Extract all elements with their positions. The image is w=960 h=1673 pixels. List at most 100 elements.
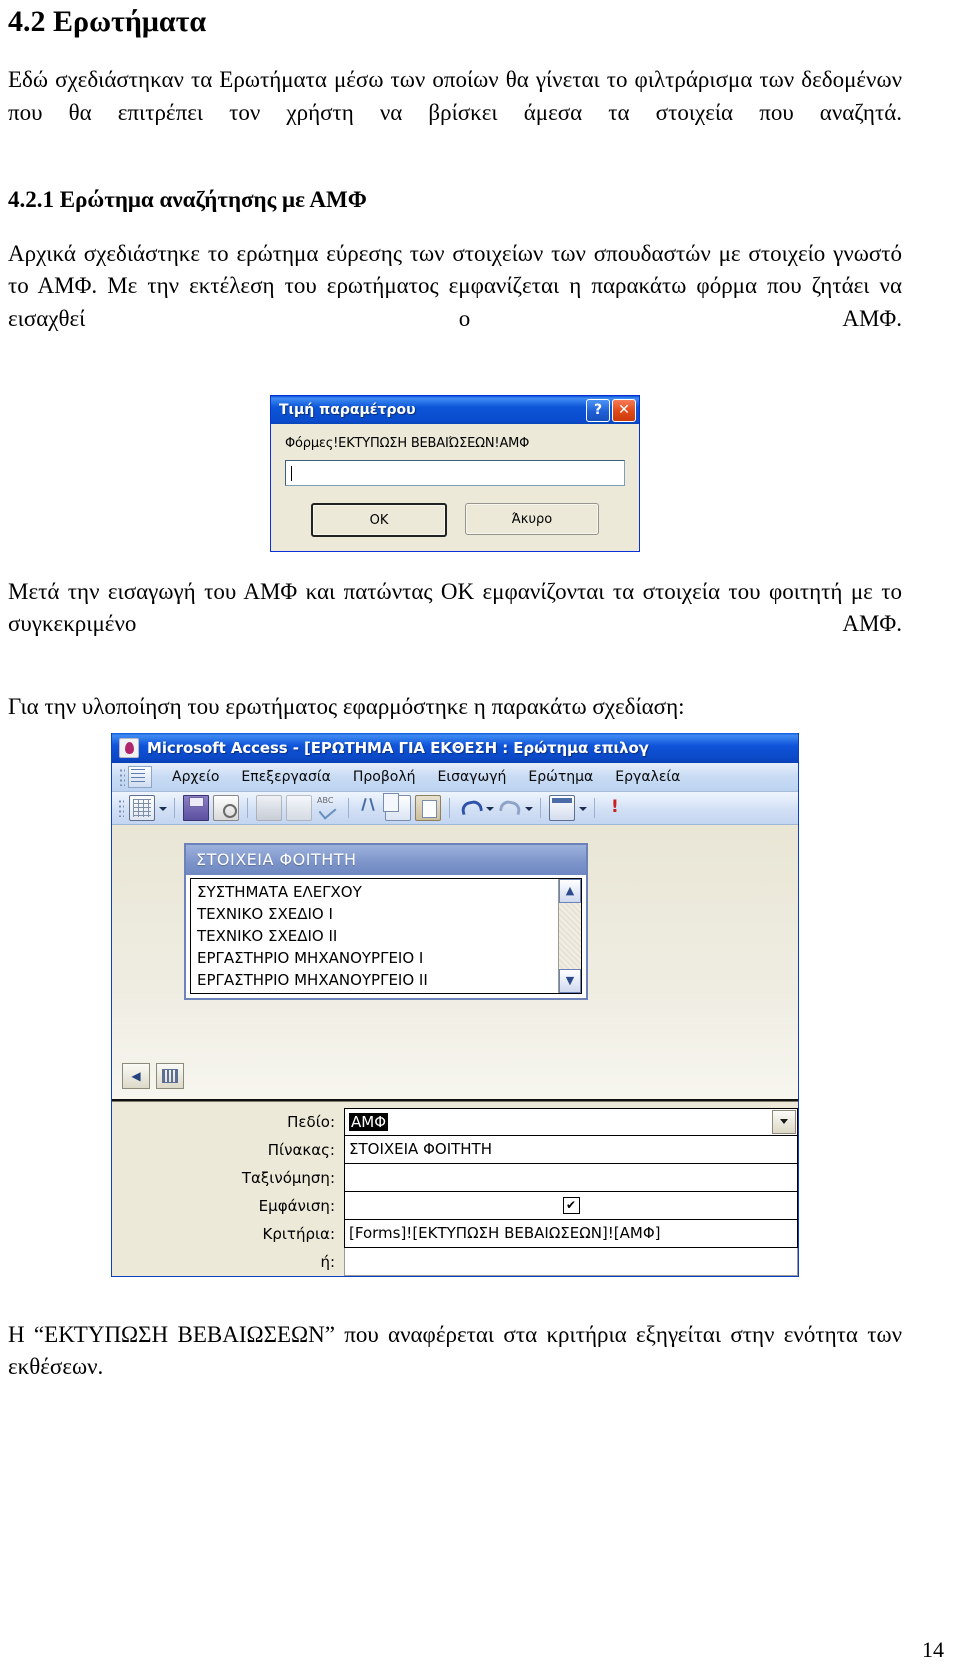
- menu-item-query[interactable]: Ερώτημα: [517, 769, 604, 785]
- cancel-button[interactable]: Άκυρο: [465, 503, 599, 535]
- parameter-prompt-label: Φόρμες!ΕΚΤΥΠΩΣΗ ΒΕΒΑΙΏΣΕΩΝ!ΑΜΦ: [285, 436, 530, 451]
- search-file-icon[interactable]: [213, 794, 239, 821]
- access-window: Microsoft Access - [ΕΡΩΤΗΜΑ ΓΙΑ ΕΚΘΕΣΗ :…: [111, 732, 799, 1277]
- copy-icon[interactable]: [383, 792, 411, 821]
- paste-icon[interactable]: [415, 794, 441, 821]
- parameter-dialog-figure: Τιμή παραμέτρου ? ✕ Φόρμες!ΕΚΤΥΠΩΣΗ ΒΕΒΑ…: [8, 395, 902, 552]
- menu-item-edit[interactable]: Επεξεργασία: [230, 769, 341, 785]
- show-checkbox[interactable]: ✔: [562, 1196, 580, 1214]
- save-icon[interactable]: [183, 794, 209, 821]
- grid-icon[interactable]: [156, 1062, 184, 1089]
- grid-label-field: Πεδίο:: [287, 1112, 335, 1131]
- grid-label-show: Εμφάνιση:: [258, 1196, 335, 1215]
- parameter-value-dialog: Τιμή παραμέτρου ? ✕ Φόρμες!ΕΚΤΥΠΩΣΗ ΒΕΒΑ…: [270, 395, 640, 552]
- page-content: 4.2 Ερωτήματα Εδώ σχεδιάστηκαν τα Ερωτήμ…: [8, 5, 902, 1419]
- text-caret: [291, 465, 292, 481]
- grid-cell-criteria-value: [Forms]![ΕΚΤΥΠΩΣΗ ΒΕΒΑΙΩΣΕΩΝ]![ΑΜΦ]: [349, 1224, 661, 1243]
- section-subheading: 4.2.1 Ερώτημα αναζήτησης με ΑΜΦ: [8, 186, 367, 212]
- page-number: 14: [922, 1637, 944, 1662]
- toolbar-separator: [540, 797, 541, 818]
- dialog-button-row: OK Άκυρο: [285, 503, 625, 537]
- spelling-icon[interactable]: [316, 796, 340, 820]
- toolbar-separator: [348, 797, 349, 818]
- help-icon[interactable]: ?: [586, 398, 610, 422]
- grid-row-table: Πίνακας: ΣΤΟΙΧΕΙΑ ΦΟΙΤΗΤΗ: [112, 1135, 798, 1164]
- database-window-icon[interactable]: [128, 765, 152, 788]
- paragraph-4: Για την υλοποίηση του ερωτήματος εφαρμόσ…: [8, 693, 685, 719]
- show-table-icon[interactable]: [549, 794, 575, 821]
- menu-item-file[interactable]: Αρχείο: [161, 769, 230, 785]
- chevron-down-icon[interactable]: [772, 1109, 796, 1134]
- table-field-items[interactable]: ΣΥΣΤΗΜΑΤΑ ΕΛΕΓΧΟΥ ΤΕΧΝΙΚΟ ΣΧΕΔΙΟ Ι ΤΕΧΝΙ…: [191, 879, 558, 993]
- grid-row-criteria: Κριτήρια: [Forms]![ΕΚΤΥΠΩΣΗ ΒΕΒΑΙΩΣΕΩΝ]!…: [112, 1219, 798, 1248]
- run-query-icon[interactable]: [603, 796, 627, 820]
- undo-icon[interactable]: [458, 796, 482, 820]
- query-design-canvas: ΣΤΟΙΧΕΙΑ ΦΟΙΤΗΤΗ ΣΥΣΤΗΜΑΤΑ ΕΛΕΓΧΟΥ ΤΕΧΝΙ…: [112, 824, 798, 1101]
- grid-row-sort: Ταξινόμηση:: [112, 1163, 798, 1192]
- toolbar-separator: [247, 797, 248, 818]
- paragraph-3: Μετά την εισαγωγή του ΑΜΦ και πατώντας Ο…: [8, 579, 902, 637]
- scrollbar-track[interactable]: [559, 902, 581, 969]
- parameter-input[interactable]: [285, 460, 625, 486]
- access-toolbar: [112, 791, 798, 825]
- scroll-down-icon[interactable]: ▼: [559, 968, 581, 993]
- close-icon[interactable]: ✕: [612, 398, 636, 422]
- grid-cell-field-value: ΑΜΦ: [349, 1112, 389, 1131]
- grid-label-criteria: Κριτήρια:: [262, 1224, 335, 1243]
- access-menubar: Αρχείο Επεξεργασία Προβολή Εισαγωγή Ερώτ…: [112, 762, 798, 792]
- back-arrow-icon[interactable]: ◀: [122, 1062, 150, 1089]
- scroll-up-icon[interactable]: ▲: [559, 878, 581, 903]
- cut-icon[interactable]: [357, 796, 381, 820]
- dialog-body: Φόρμες!ΕΚΤΥΠΩΣΗ ΒΕΒΑΙΏΣΕΩΝ!ΑΜΦ OK Άκυρο: [271, 424, 639, 551]
- access-app-icon: [119, 737, 139, 758]
- grid-cell-table[interactable]: ΣΤΟΙΧΕΙΑ ΦΟΙΤΗΤΗ: [344, 1135, 798, 1164]
- view-datasheet-icon[interactable]: [129, 794, 155, 821]
- canvas-tool-buttons: ◀: [122, 1062, 184, 1089]
- list-item[interactable]: ΕΡΓΑΣΤΗΡΙΟ ΜΗΧΑΝΟΥΡΓΕΙΟ Ι: [197, 947, 558, 969]
- intro-paragraph: Εδώ σχεδιάστηκαν τα Ερωτήματα μέσω των ο…: [8, 67, 902, 125]
- table-field-list: ΣΤΟΙΧΕΙΑ ΦΟΙΤΗΤΗ ΣΥΣΤΗΜΑΤΑ ΕΛΕΓΧΟΥ ΤΕΧΝΙ…: [184, 842, 588, 1000]
- dialog-titlebar: Τιμή παραμέτρου ? ✕: [271, 396, 639, 424]
- grid-cell-field[interactable]: ΑΜΦ: [344, 1107, 798, 1136]
- grid-row-field: Πεδίο: ΑΜΦ: [112, 1107, 798, 1136]
- ok-button[interactable]: OK: [311, 503, 447, 537]
- grid-label-table: Πίνακας:: [267, 1140, 335, 1159]
- grid-cell-criteria[interactable]: [Forms]![ΕΚΤΥΠΩΣΗ ΒΕΒΑΙΩΣΕΩΝ]![ΑΜΦ]: [344, 1219, 798, 1248]
- table-field-list-body: ΣΥΣΤΗΜΑΤΑ ΕΛΕΓΧΟΥ ΤΕΧΝΙΚΟ ΣΧΕΔΙΟ Ι ΤΕΧΝΙ…: [190, 877, 582, 994]
- access-window-title: Microsoft Access - [ΕΡΩΤΗΜΑ ΓΙΑ ΕΚΘΕΣΗ :…: [147, 738, 649, 757]
- undo-dropdown-icon[interactable]: [484, 797, 495, 819]
- grid-row-or: ή:: [112, 1247, 798, 1276]
- grid-cell-show[interactable]: ✔: [344, 1191, 798, 1220]
- print-preview-icon[interactable]: [286, 794, 312, 821]
- list-item[interactable]: ΤΕΧΝΙΚΟ ΣΧΕΔΙΟ Ι: [197, 903, 558, 925]
- access-titlebar: Microsoft Access - [ΕΡΩΤΗΜΑ ΓΙΑ ΕΚΘΕΣΗ :…: [112, 732, 798, 763]
- menu-item-insert[interactable]: Εισαγωγή: [427, 769, 518, 785]
- grid-row-show: Εμφάνιση: ✔: [112, 1191, 798, 1220]
- list-item[interactable]: ΤΕΧΝΙΚΟ ΣΧΕΔΙΟ ΙΙ: [197, 925, 558, 947]
- access-query-design-figure: Microsoft Access - [ΕΡΩΤΗΜΑ ΓΙΑ ΕΚΘΕΣΗ :…: [8, 732, 902, 1277]
- redo-icon[interactable]: [497, 796, 521, 820]
- print-icon[interactable]: [256, 794, 282, 821]
- dialog-title: Τιμή παραμέτρου: [279, 402, 416, 418]
- grid-label-sort: Ταξινόμηση:: [241, 1168, 335, 1187]
- query-design-grid: Πεδίο: ΑΜΦ Πίνακας: ΣΤΟΙΧΕΙΑ ΦΟΙΤΗΤΗ Ταξ…: [112, 1100, 798, 1276]
- toolbar-separator: [174, 797, 175, 818]
- grid-cell-table-value: ΣΤΟΙΧΕΙΑ ΦΟΙΤΗΤΗ: [349, 1140, 492, 1159]
- redo-dropdown-icon[interactable]: [523, 797, 534, 819]
- list-item[interactable]: ΕΡΓΑΣΤΗΡΙΟ ΜΗΧΑΝΟΥΡΓΕΙΟ ΙΙ: [197, 969, 558, 991]
- list-item[interactable]: ΣΥΣΤΗΜΑΤΑ ΕΛΕΓΧΟΥ: [197, 881, 558, 903]
- page-title: 4.2 Ερωτήματα: [8, 5, 207, 38]
- show-table-dropdown-icon[interactable]: [577, 797, 588, 819]
- grid-cell-or[interactable]: [344, 1247, 798, 1276]
- paragraph-5: Η “ΕΚΤΥΠΩΣΗ ΒΕΒΑΙΩΣΕΩΝ” που αναφέρεται σ…: [8, 1321, 902, 1379]
- document-page: 4.2 Ερωτήματα Εδώ σχεδιάστηκαν τα Ερωτήμ…: [0, 0, 960, 1673]
- toolbar-gripper-icon[interactable]: [118, 798, 124, 817]
- grid-cell-sort[interactable]: [344, 1163, 798, 1192]
- grid-label-or: ή:: [320, 1252, 335, 1271]
- field-list-scrollbar[interactable]: ▲ ▼: [558, 878, 581, 993]
- menu-item-view[interactable]: Προβολή: [342, 769, 427, 785]
- menu-item-tools[interactable]: Εργαλεία: [604, 769, 691, 785]
- view-dropdown-icon[interactable]: [157, 797, 168, 819]
- menubar-gripper-icon[interactable]: [119, 767, 125, 786]
- paragraph-2: Αρχικά σχεδιάστηκε το ερώτημα εύρεσης τω…: [8, 241, 902, 331]
